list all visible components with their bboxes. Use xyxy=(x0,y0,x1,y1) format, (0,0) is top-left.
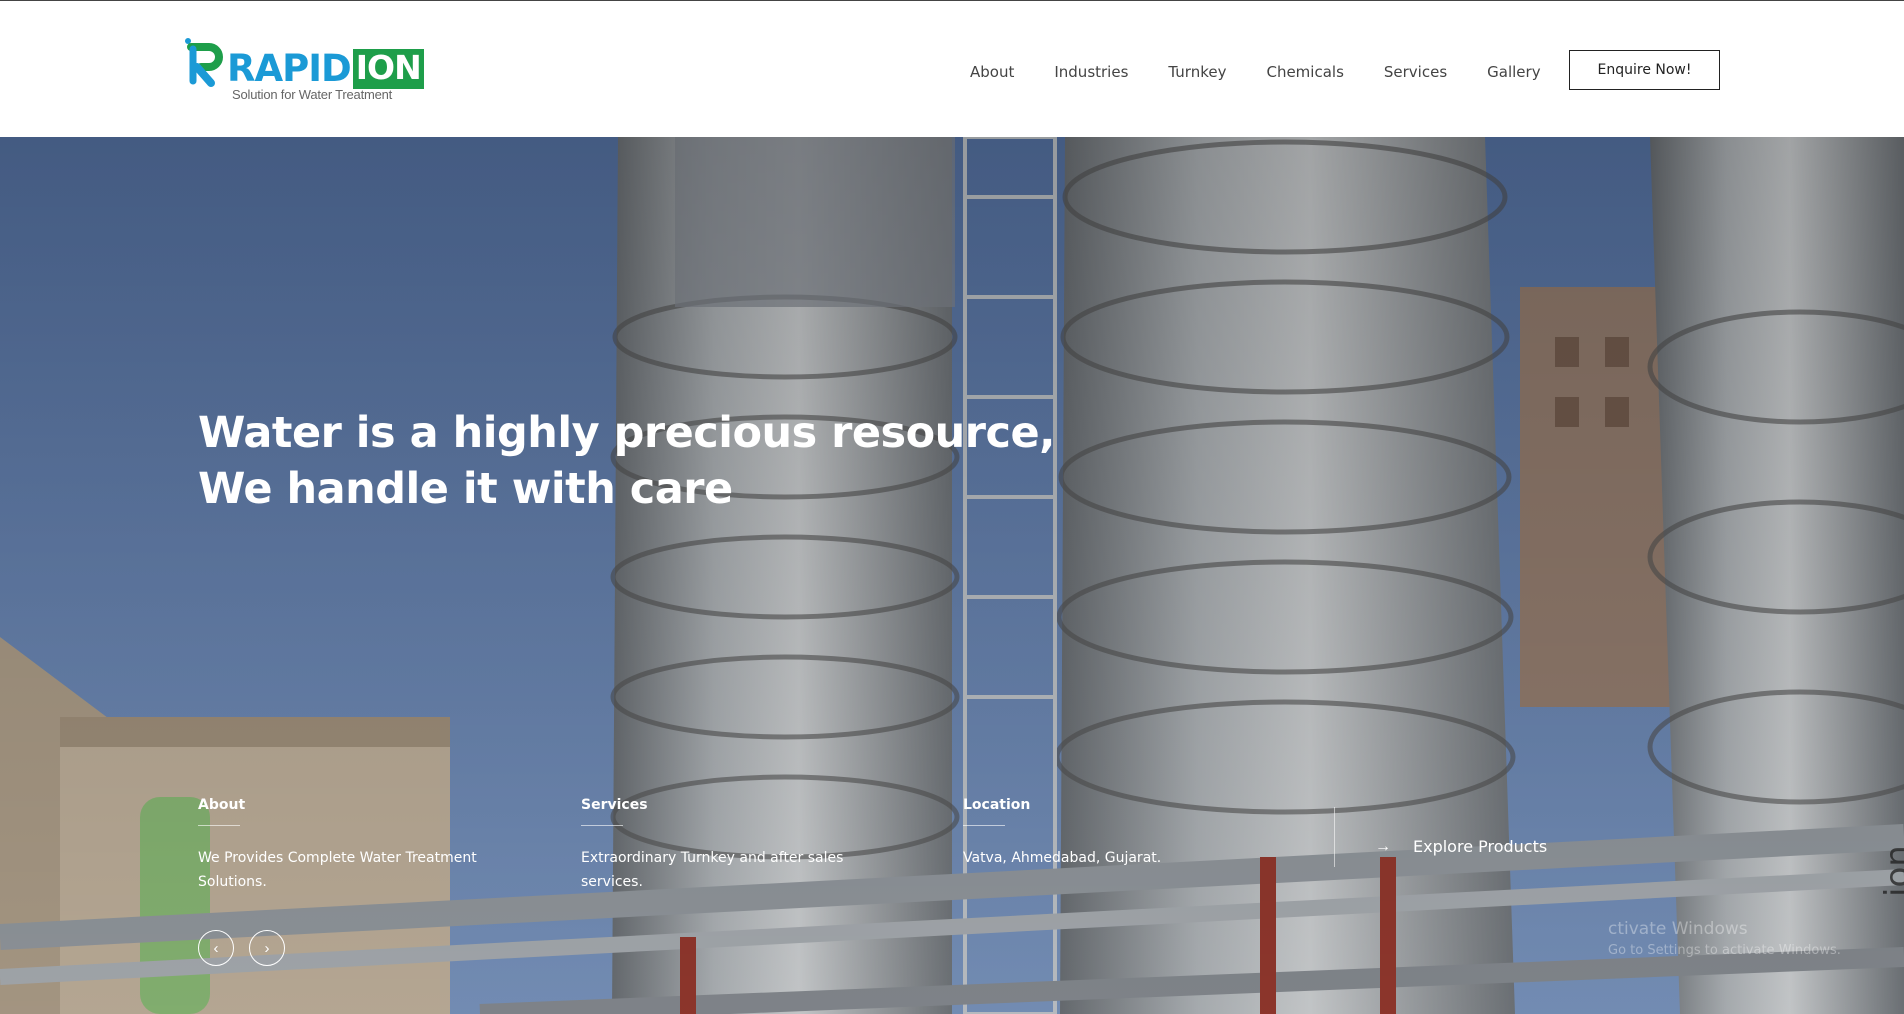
os-activation-watermark: ctivate Windows Go to Settings to activa… xyxy=(1608,919,1841,958)
logo[interactable]: RAPID ION Solution for Water Treatment xyxy=(183,31,424,103)
site-header: RAPID ION Solution for Water Treatment A… xyxy=(0,0,1904,137)
hero-section: Water is a highly precious resource, We … xyxy=(0,137,1904,1014)
explore-products-label: Explore Products xyxy=(1413,837,1548,856)
logo-mark-icon xyxy=(185,38,223,87)
logo-tagline: Solution for Water Treatment xyxy=(232,87,393,102)
info-divider xyxy=(198,825,240,826)
main-nav: About Industries Turnkey Chemicals Servi… xyxy=(970,63,1581,81)
hero-title: Water is a highly precious resource, We … xyxy=(198,405,1056,517)
nav-gallery[interactable]: Gallery xyxy=(1487,63,1540,81)
logo-brand-accent: ION xyxy=(352,49,424,89)
slider-prev-button[interactable]: ‹ xyxy=(198,930,234,966)
logo-wordmark: RAPID ION xyxy=(227,49,424,89)
nav-about[interactable]: About xyxy=(970,63,1014,81)
slider-next-button[interactable]: › xyxy=(249,930,285,966)
info-location-text: Vatva, Ahmedabad, Gujarat. xyxy=(963,850,1162,866)
arrow-right-icon: → xyxy=(1375,837,1391,855)
info-location: Location Vatva, Ahmedabad, Gujarat. xyxy=(963,797,1263,870)
logo-brand-main: RAPID xyxy=(227,47,352,90)
watermark-line-2: Go to Settings to activate Windows. xyxy=(1608,943,1841,958)
info-services-text: Extraordinary Turnkey and after sales se… xyxy=(581,850,844,890)
enquire-now-button[interactable]: Enquire Now! xyxy=(1569,50,1720,90)
hero-title-line-1: Water is a highly precious resource, xyxy=(198,408,1056,458)
info-location-heading: Location xyxy=(963,797,1031,813)
explore-products-link[interactable]: → Explore Products xyxy=(1375,837,1547,856)
nav-chemicals[interactable]: Chemicals xyxy=(1266,63,1343,81)
info-divider xyxy=(963,825,1005,826)
nav-industries[interactable]: Industries xyxy=(1054,63,1128,81)
hero-title-line-2: We handle it with care xyxy=(198,464,733,514)
nav-services[interactable]: Services xyxy=(1384,63,1447,81)
info-about-heading: About xyxy=(198,797,246,813)
info-services: Services Extraordinary Turnkey and after… xyxy=(581,797,881,894)
explore-divider xyxy=(1334,807,1335,867)
info-services-heading: Services xyxy=(581,797,648,813)
chevron-right-icon: › xyxy=(264,939,270,957)
side-vertical-text: ion xyxy=(1878,845,1904,897)
chevron-left-icon: ‹ xyxy=(213,939,219,957)
info-about: About We Provides Complete Water Treatme… xyxy=(198,797,498,894)
watermark-line-1: ctivate Windows xyxy=(1608,919,1748,939)
info-divider xyxy=(581,825,623,826)
info-about-text: We Provides Complete Water Treatment Sol… xyxy=(198,850,477,890)
nav-turnkey[interactable]: Turnkey xyxy=(1168,63,1226,81)
